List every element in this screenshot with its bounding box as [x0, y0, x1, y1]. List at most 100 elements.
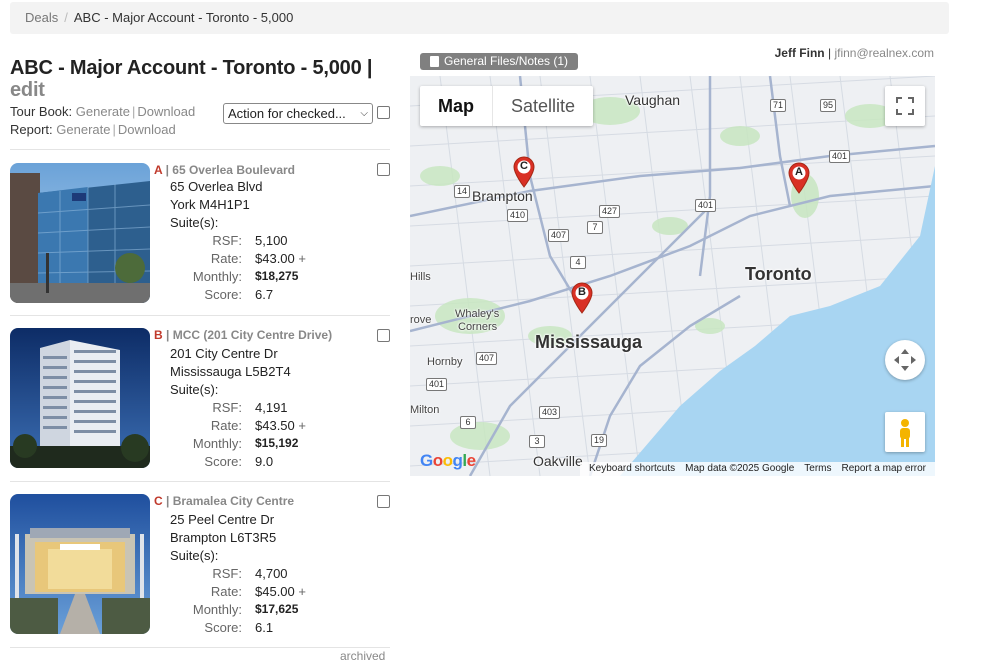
property-city-c: Brampton L6T3R5	[170, 530, 277, 545]
pegman-icon	[900, 419, 910, 447]
property-street-a: 65 Overlea Blvd	[170, 179, 263, 194]
rate-label: Rate:	[210, 418, 242, 433]
property-checkbox-c[interactable]	[377, 495, 390, 508]
action-select-value: Action for checked...	[228, 106, 346, 121]
deal-title: ABC - Major Account - Toronto - 5,000 |	[10, 57, 373, 79]
rate-plus: +	[298, 251, 306, 266]
divider	[10, 149, 390, 150]
monthly-value-c: $17,625	[255, 602, 299, 616]
tour-book-label: Tour Book:	[10, 104, 73, 119]
report-map-error-link[interactable]: Report a map error	[842, 463, 926, 474]
fullscreen-icon	[896, 97, 914, 115]
action-select[interactable]: Action for checked... ⌵	[223, 103, 373, 124]
highway-shield: 401	[426, 378, 448, 391]
map-pin-a[interactable]: A	[787, 162, 811, 194]
user-info: Jeff Finn | jfinn@realnex.com	[774, 46, 934, 60]
breadcrumb-deals-link[interactable]: Deals	[25, 10, 58, 25]
page-title: ABC - Major Account - Toronto - 5,000 | …	[10, 57, 390, 101]
map-tab-map[interactable]: Map	[420, 86, 492, 126]
tour-book-row: Tour Book: Generate | Download	[10, 104, 196, 119]
report-download-link[interactable]: Download	[118, 122, 176, 137]
archived-link[interactable]: archived	[340, 649, 385, 663]
monthly-label: Monthly:	[192, 436, 242, 451]
highway-shield: 4	[570, 256, 586, 269]
report-row: Report: Generate | Download	[10, 122, 176, 137]
map-data-attribution: Map data ©2025 Google	[685, 463, 795, 474]
property-checkbox-a[interactable]	[377, 163, 390, 176]
edit-link[interactable]: edit	[10, 79, 390, 101]
property-heading-a[interactable]: A | 65 Overlea Boulevard	[154, 163, 295, 177]
keyboard-shortcuts-link[interactable]: Keyboard shortcuts	[589, 463, 675, 474]
highway-shield: 407	[476, 352, 498, 365]
highway-shield: 403	[539, 406, 561, 419]
property-checkbox-b[interactable]	[377, 329, 390, 342]
property-photo-a[interactable]	[10, 163, 150, 303]
highway-shield: 401	[695, 199, 717, 212]
divider	[10, 315, 390, 316]
monthly-value-a: $18,275	[255, 269, 299, 283]
highway-shield: 19	[591, 434, 608, 447]
place-label-brampton: Brampton	[472, 188, 533, 204]
property-heading-c[interactable]: C | Bramalea City Centre	[154, 494, 294, 508]
breadcrumb-separator: /	[64, 10, 68, 25]
monthly-label: Monthly:	[192, 269, 242, 284]
rsf-label: RSF:	[212, 400, 242, 415]
place-label-mississauga: Mississauga	[535, 332, 643, 352]
score-value-b: 9.0	[255, 454, 274, 469]
place-label-grove: rove	[410, 314, 432, 326]
score-value-a: 6.7	[255, 287, 274, 302]
terms-link[interactable]: Terms	[804, 463, 831, 474]
rate-plus: +	[298, 418, 306, 433]
user-name: Jeff Finn	[774, 46, 825, 60]
user-email-link[interactable]: jfinn@realnex.com	[834, 46, 934, 60]
highway-shield: 427	[599, 205, 621, 218]
rate-value-c: $45.00 +	[255, 584, 306, 599]
move-arrows-icon	[894, 349, 916, 371]
breadcrumb: Deals / ABC - Major Account - Toronto - 5,…	[10, 2, 949, 34]
google-logo: Google	[420, 451, 476, 470]
general-files-button[interactable]: General Files/Notes (1)	[420, 53, 579, 70]
place-label-vaughan: Vaughan	[625, 92, 681, 108]
suites-label: Suite(s):	[170, 382, 219, 397]
monthly-label: Monthly:	[192, 602, 242, 617]
report-generate-link[interactable]: Generate	[56, 122, 110, 137]
highway-shield: 6	[460, 416, 476, 429]
highway-shield: 14	[454, 185, 471, 198]
map-pin-c[interactable]: C	[512, 156, 536, 188]
map-tab-satellite[interactable]: Satellite	[492, 86, 593, 126]
suites-label: Suite(s):	[170, 548, 219, 563]
chevron-down-icon: ⌵	[360, 108, 368, 119]
place-label-whaleys: Whaley's	[455, 308, 500, 320]
place-label-hills: Hills	[410, 271, 431, 283]
tour-book-download-link[interactable]: Download	[137, 104, 195, 119]
divider	[10, 647, 390, 648]
place-label-hornby: Hornby	[427, 356, 463, 368]
property-city-a: York M4H1P1	[170, 197, 250, 212]
score-label: Score:	[204, 454, 242, 469]
map-pin-b[interactable]: B	[570, 282, 594, 314]
property-heading-b[interactable]: B | MCC (201 City Centre Drive)	[154, 328, 332, 342]
place-label-oakville: Oakville	[533, 453, 583, 469]
place-label-corners: Corners	[458, 321, 498, 333]
map-base	[410, 76, 935, 476]
rate-value-b: $43.50 +	[255, 418, 306, 433]
highway-shield: 3	[529, 435, 545, 448]
tour-book-generate-link[interactable]: Generate	[76, 104, 130, 119]
divider	[10, 481, 390, 482]
property-card-b: B | MCC (201 City Centre Drive) 201 City…	[10, 328, 390, 478]
rsf-label: RSF:	[212, 233, 242, 248]
monthly-value-b: $15,192	[255, 436, 299, 450]
property-photo-c[interactable]	[10, 494, 150, 634]
highway-shield: 71	[770, 99, 787, 112]
select-all-checkbox[interactable]	[377, 106, 390, 119]
score-value-c: 6.1	[255, 620, 274, 635]
highway-shield: 407	[548, 229, 570, 242]
document-icon	[430, 56, 439, 67]
report-label: Report:	[10, 122, 53, 137]
property-photo-b[interactable]	[10, 328, 150, 468]
fullscreen-button[interactable]	[885, 86, 925, 126]
place-label-milton: Milton	[410, 404, 440, 416]
camera-control-button[interactable]	[885, 340, 925, 380]
street-view-button[interactable]	[885, 412, 925, 452]
map-view[interactable]: Map Satellite Vaughan Brampton Toronto M…	[410, 76, 935, 476]
